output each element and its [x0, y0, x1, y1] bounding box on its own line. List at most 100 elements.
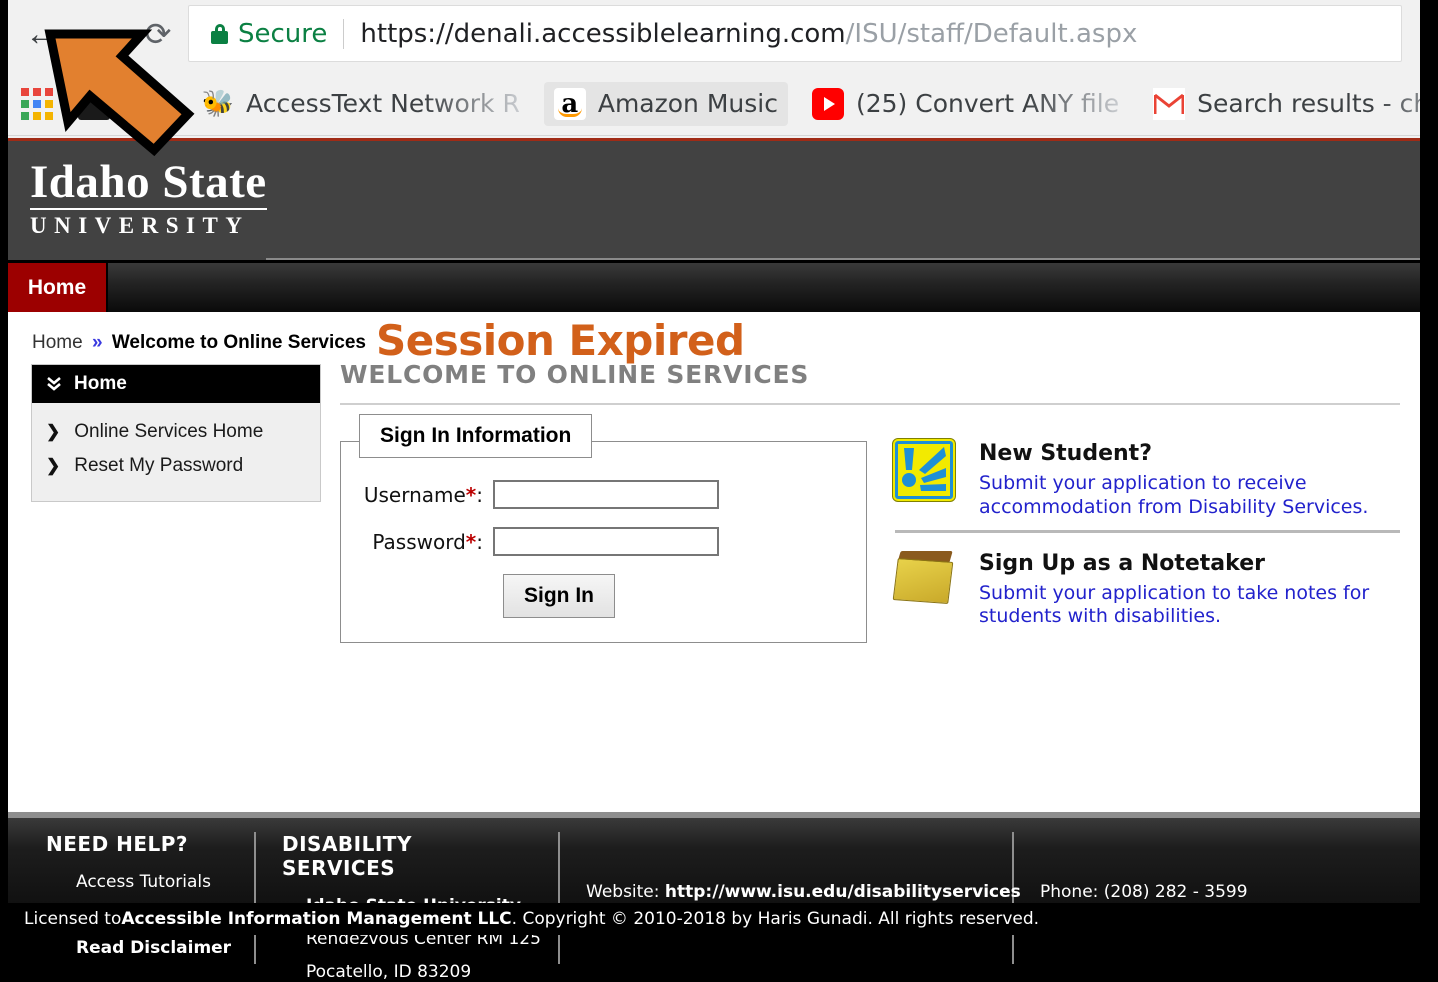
sidebar-item-label: Online Services Home	[74, 421, 263, 443]
footer-phone-column: Phone: (208) 282 - 3599 Fax: (208) 282 -…	[1040, 832, 1300, 903]
bookmark-label: Search results - chrilu	[1197, 89, 1420, 118]
username-label: Username*:	[341, 483, 493, 507]
password-input[interactable]	[493, 527, 719, 556]
bookmarks-bar[interactable]: AIM 🐝 AccessText Network R a Amazon Musi…	[8, 72, 1420, 136]
footer-phone: Phone: (208) 282 - 3599	[1040, 882, 1300, 902]
bookmark-item[interactable]: AIM	[68, 82, 178, 126]
bookmark-label: (25) Convert ANY file	[856, 89, 1119, 118]
footer-divider	[254, 832, 256, 964]
chevron-right-icon: ❯	[46, 422, 60, 442]
omnibar-row: ← → ⟳ Secure https://denali.accessiblele…	[8, 0, 1420, 72]
breadcrumb-current: Welcome to Online Services	[112, 332, 366, 353]
footer-link-access-tutorials[interactable]: Access Tutorials	[46, 872, 228, 892]
sidebar-header-label: Home	[74, 373, 127, 395]
bookmark-item[interactable]: (25) Convert ANY file	[802, 82, 1129, 126]
copyright-licensee: Accessible Information Management LLC	[121, 909, 511, 929]
logo-line-2: UNIVERSITY	[30, 213, 267, 239]
new-student-sunburst-icon	[895, 441, 959, 520]
footer-website-prefix: Website:	[586, 882, 665, 902]
username-input[interactable]	[493, 480, 719, 509]
footer-disability-services-column: DISABILITY SERVICES Idaho State Universi…	[282, 832, 532, 903]
password-label: Password*:	[341, 530, 493, 554]
breadcrumb-root[interactable]: Home	[32, 332, 83, 353]
amazon-icon: a	[554, 88, 586, 120]
apps-grid-icon[interactable]	[20, 87, 54, 121]
nav-tab-home[interactable]: Home	[8, 263, 108, 312]
omnibox-divider	[343, 19, 344, 49]
bookmark-item[interactable]: a Amazon Music	[544, 82, 788, 126]
sidebar-item-label: Reset My Password	[74, 455, 243, 477]
promo-text: New Student? Submit your application to …	[979, 441, 1400, 520]
breadcrumb-separator-icon: »	[92, 332, 103, 353]
address-bar-url: https://denali.accessiblelearning.com/IS…	[360, 19, 1137, 49]
main-column: WELCOME TO ONLINE SERVICES Sign In Infor…	[340, 360, 1400, 643]
promo-description[interactable]: Submit your application to receive accom…	[979, 472, 1400, 520]
footer-contact-column: Website: http://www.isu.edu/disabilityse…	[586, 832, 986, 903]
isu-logo[interactable]: Idaho State UNIVERSITY	[30, 159, 267, 239]
sidebar-item-reset-my-password[interactable]: ❯ Reset My Password	[32, 449, 320, 483]
browser-chrome: ← → ⟳ Secure https://denali.accessiblele…	[8, 0, 1420, 138]
spacer	[341, 574, 493, 618]
promo-title: Sign Up as a Notetaker	[979, 551, 1400, 576]
promo-new-student[interactable]: New Student? Submit your application to …	[895, 427, 1400, 530]
logo-rule	[30, 208, 267, 210]
gmail-icon	[1153, 88, 1185, 120]
title-divider	[340, 403, 1400, 405]
breadcrumb: Home » Welcome to Online Services	[32, 332, 366, 354]
bookmark-item[interactable]: Search results - chrilu	[1143, 82, 1420, 126]
promo-panel: New Student? Submit your application to …	[895, 427, 1400, 643]
footer-help-column: NEED HELP? Access Tutorials Contact Our …	[38, 832, 228, 903]
logo-line-1: Idaho State	[30, 159, 267, 206]
footer-ds-title: DISABILITY SERVICES	[282, 832, 532, 880]
main-nav-bar: Home	[8, 260, 1420, 312]
footer-inner: NEED HELP? Access Tutorials Contact Our …	[8, 818, 1420, 903]
sidebar-item-online-services-home[interactable]: ❯ Online Services Home	[32, 415, 320, 449]
footer-link-read-disclaimer[interactable]: Read Disclaimer	[46, 938, 228, 958]
back-button[interactable]: ←	[16, 8, 68, 60]
password-label-colon: :	[476, 530, 483, 554]
page-title: WELCOME TO ONLINE SERVICES	[340, 360, 1400, 389]
promo-notetaker[interactable]: Sign Up as a Notetaker Submit your appli…	[895, 530, 1400, 640]
bookmark-label: AIM	[122, 89, 168, 118]
chevron-right-icon: ❯	[46, 456, 60, 476]
address-bar[interactable]: Secure https://denali.accessiblelearning…	[188, 5, 1402, 62]
footer-divider	[558, 832, 560, 964]
page-content: Home » Welcome to Online Services Sessio…	[8, 312, 1420, 672]
copyright-suffix: . Copyright © 2010-2018 by Haris Gunadi.…	[512, 909, 1039, 929]
password-label-text: Password	[372, 530, 465, 554]
url-path: /ISU/staff/Default.aspx	[846, 19, 1138, 49]
signin-legend: Sign In Information	[359, 414, 592, 458]
signin-button-row: Sign In	[341, 574, 866, 618]
copyright-prefix: Licensed to	[24, 909, 121, 929]
screenshot-frame: ← → ⟳ Secure https://denali.accessiblele…	[0, 0, 1438, 935]
url-host: https://denali.accessiblelearning.com	[360, 19, 845, 49]
footer-help-title: NEED HELP?	[46, 832, 228, 856]
security-status-label: Secure	[238, 19, 327, 49]
bookmark-item[interactable]: 🐝 AccessText Network R	[192, 82, 530, 126]
double-chevron-down-icon	[46, 376, 62, 393]
footer-ds-city: Pocatello, ID 83209	[282, 962, 532, 982]
password-row: Password*:	[341, 527, 866, 556]
promo-title: New Student?	[979, 441, 1400, 466]
sidebar-list: ❯ Online Services Home ❯ Reset My Passwo…	[32, 403, 320, 501]
bookmark-label: AccessText Network R	[246, 89, 520, 118]
youtube-icon	[812, 88, 844, 120]
web-page: Idaho State UNIVERSITY Home Home » Welco…	[8, 138, 1420, 903]
copyright-bar: Licensed to Accessible Information Manag…	[8, 903, 1420, 935]
sign-in-button[interactable]: Sign In	[503, 574, 615, 618]
session-expired-annotation: Session Expired	[376, 316, 745, 365]
required-asterisk: *	[466, 530, 476, 554]
footer-website-value[interactable]: http://www.isu.edu/disabilityservices	[665, 882, 1021, 902]
reload-button[interactable]: ⟳	[132, 8, 184, 60]
sidebar: Home ❯ Online Services Home ❯ Reset My P…	[31, 364, 321, 502]
username-label-colon: :	[476, 483, 483, 507]
promo-description[interactable]: Submit your application to take notes fo…	[979, 582, 1400, 630]
site-header: Idaho State UNIVERSITY	[8, 138, 1420, 260]
lock-icon	[211, 24, 228, 44]
forward-button[interactable]: →	[74, 8, 126, 60]
sidebar-header[interactable]: Home	[32, 365, 320, 403]
hidden-bookmark-favicon	[78, 88, 110, 120]
bee-icon: 🐝	[202, 88, 234, 120]
username-row: Username*:	[341, 480, 866, 509]
panels-row: Sign In Information Username*: Password*…	[340, 427, 1400, 643]
